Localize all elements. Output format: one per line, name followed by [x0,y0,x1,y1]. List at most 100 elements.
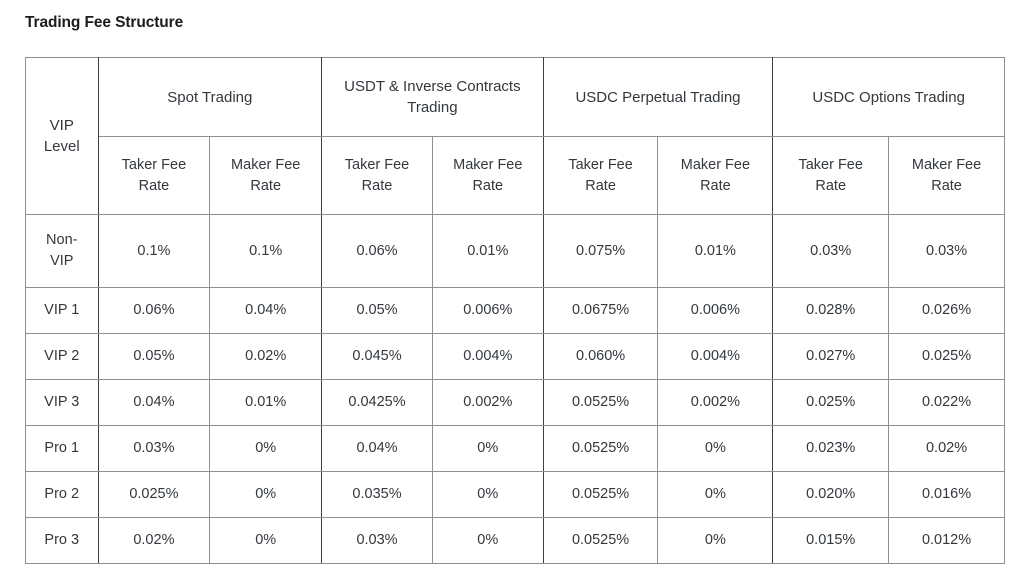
table-row: VIP 3 0.04% 0.01% 0.0425% 0.002% 0.0525%… [25,379,1005,426]
cell-spot-taker: 0.05% [97,333,211,380]
cell-usdc-perp-taker: 0.0525% [542,425,659,472]
cell-usdt-taker: 0.06% [321,214,433,288]
cell-usdt-taker: 0.05% [321,287,433,334]
cell-spot-taker: 0.025% [97,471,211,518]
header-group-spot-trading: Spot Trading [97,57,323,137]
subheader-text-line2: Rate [472,177,504,194]
cell-usdc-options-taker: 0.015% [772,517,890,564]
subheader-text-line1: Taker Fee [344,156,410,173]
subheader-text-line2: Rate [700,177,731,194]
cell-usdc-options-taker: 0.028% [772,287,890,334]
subheader-text-line2: Rate [815,177,847,194]
cell-usdc-perp-taker: 0.075% [542,214,659,288]
table-row: Pro 2 0.025% 0% 0.035% 0% 0.0525% 0% 0.0… [25,471,1005,518]
cell-usdc-options-maker: 0.03% [888,214,1005,288]
vip-level-line2: VIP [50,253,74,269]
cell-usdt-taker: 0.035% [321,471,433,518]
cell-usdc-perp-maker: 0.004% [657,333,774,380]
subheader-usdt-maker: Maker Fee Rate [431,136,544,215]
fee-table-container: VIP Level Spot Trading USDT & Inverse Co… [25,57,1005,564]
subheader-text-line1: Maker Fee [231,156,301,173]
subheader-text-line1: Maker Fee [680,156,751,173]
cell-usdc-perp-taker: 0.060% [542,333,659,380]
cell-spot-taker: 0.06% [97,287,211,334]
table-row: Pro 3 0.02% 0% 0.03% 0% 0.0525% 0% 0.015… [25,517,1005,564]
cell-usdc-perp-taker: 0.0525% [542,471,659,518]
vip-level-line2: Level [43,138,80,155]
vip-level-line1: Non- [46,232,78,248]
table-row: Non- VIP 0.1% 0.1% 0.06% 0.01% 0.075% 0.… [25,214,1005,288]
cell-usdt-maker: 0.006% [431,287,544,334]
cell-usdt-maker: 0.002% [431,379,544,426]
subheader-usdc-perp-taker: Taker Fee Rate [542,136,659,215]
subheader-text-line1: Maker Fee [911,156,982,173]
cell-usdc-options-maker: 0.016% [888,471,1005,518]
cell-spot-taker: 0.03% [97,425,211,472]
cell-vip-level: VIP 2 [25,333,99,380]
cell-usdc-perp-maker: 0.006% [657,287,774,334]
table-head: VIP Level Spot Trading USDT & Inverse Co… [25,57,1005,215]
cell-usdc-options-maker: 0.02% [888,425,1005,472]
cell-usdc-perp-taker: 0.0675% [542,287,659,334]
cell-usdc-perp-maker: 0% [657,517,774,564]
table-row: VIP 1 0.06% 0.04% 0.05% 0.006% 0.0675% 0… [25,287,1005,334]
cell-usdc-perp-maker: 0.002% [657,379,774,426]
cell-usdc-options-taker: 0.025% [772,379,890,426]
subheader-usdc-perp-maker: Maker Fee Rate [657,136,774,215]
cell-usdc-options-maker: 0.022% [888,379,1005,426]
cell-vip-level: VIP 3 [25,379,99,426]
vip-level-line1: VIP [49,117,74,134]
cell-spot-taker: 0.1% [97,214,211,288]
cell-usdc-perp-taker: 0.0525% [542,379,659,426]
cell-usdt-maker: 0.01% [431,214,544,288]
cell-usdt-taker: 0.04% [321,425,433,472]
trading-fee-table: VIP Level Spot Trading USDT & Inverse Co… [25,57,1005,564]
header-vip-level: VIP Level [25,57,99,215]
cell-usdc-options-maker: 0.026% [888,287,1005,334]
cell-usdc-options-taker: 0.027% [772,333,890,380]
subheader-row: Taker Fee Rate Maker Fee Rate Taker Fee … [26,136,1005,215]
cell-vip-level: VIP 1 [25,287,99,334]
subheader-text-line2: Rate [250,177,282,194]
cell-vip-level: Pro 1 [25,425,99,472]
cell-spot-maker: 0.1% [209,214,323,288]
cell-vip-level: Pro 3 [25,517,99,564]
cell-usdt-taker: 0.045% [321,333,433,380]
table-row: VIP 2 0.05% 0.02% 0.045% 0.004% 0.060% 0… [25,333,1005,380]
subheader-usdc-options-taker: Taker Fee Rate [772,136,890,215]
cell-usdc-options-taker: 0.023% [772,425,890,472]
subheader-text-line1: Maker Fee [453,156,523,173]
group-header-row: VIP Level Spot Trading USDT & Inverse Co… [25,57,1005,215]
cell-spot-taker: 0.04% [97,379,211,426]
cell-usdc-perp-maker: 0% [657,425,774,472]
cell-spot-maker: 0% [209,425,323,472]
header-group-usdt-inverse-contracts: USDT & Inverse Contracts Trading [321,57,544,137]
header-group-usdc-perpetual: USDC Perpetual Trading [542,57,774,137]
cell-usdc-options-taker: 0.03% [772,214,890,288]
cell-spot-maker: 0.02% [209,333,323,380]
subheader-text-line1: Taker Fee [798,156,863,173]
cell-usdt-maker: 0% [431,471,544,518]
cell-spot-maker: 0% [209,471,323,518]
cell-usdc-perp-taker: 0.0525% [542,517,659,564]
cell-usdc-perp-maker: 0.01% [657,214,774,288]
table-row: Pro 1 0.03% 0% 0.04% 0% 0.0525% 0% 0.023… [25,425,1005,472]
header-group-usdc-options: USDC Options Trading [772,57,1005,137]
cell-spot-maker: 0.01% [209,379,323,426]
cell-vip-level: Pro 2 [25,471,99,518]
table-body: Non- VIP 0.1% 0.1% 0.06% 0.01% 0.075% 0.… [25,214,1005,564]
cell-vip-level: Non- VIP [25,214,99,288]
cell-spot-maker: 0% [209,517,323,564]
cell-usdc-perp-maker: 0% [657,471,774,518]
cell-usdc-options-maker: 0.025% [888,333,1005,380]
subheader-text-line2: Rate [138,177,170,194]
subheader-usdc-options-maker: Maker Fee Rate [888,136,1005,215]
cell-usdt-maker: 0.004% [431,333,544,380]
subheader-text-line2: Rate [361,177,393,194]
cell-spot-maker: 0.04% [209,287,323,334]
cell-usdt-taker: 0.0425% [321,379,433,426]
subheader-text-line2: Rate [585,177,616,194]
cell-usdt-maker: 0% [431,425,544,472]
subheader-usdt-taker: Taker Fee Rate [321,136,433,215]
subheader-text-line2: Rate [931,177,962,194]
